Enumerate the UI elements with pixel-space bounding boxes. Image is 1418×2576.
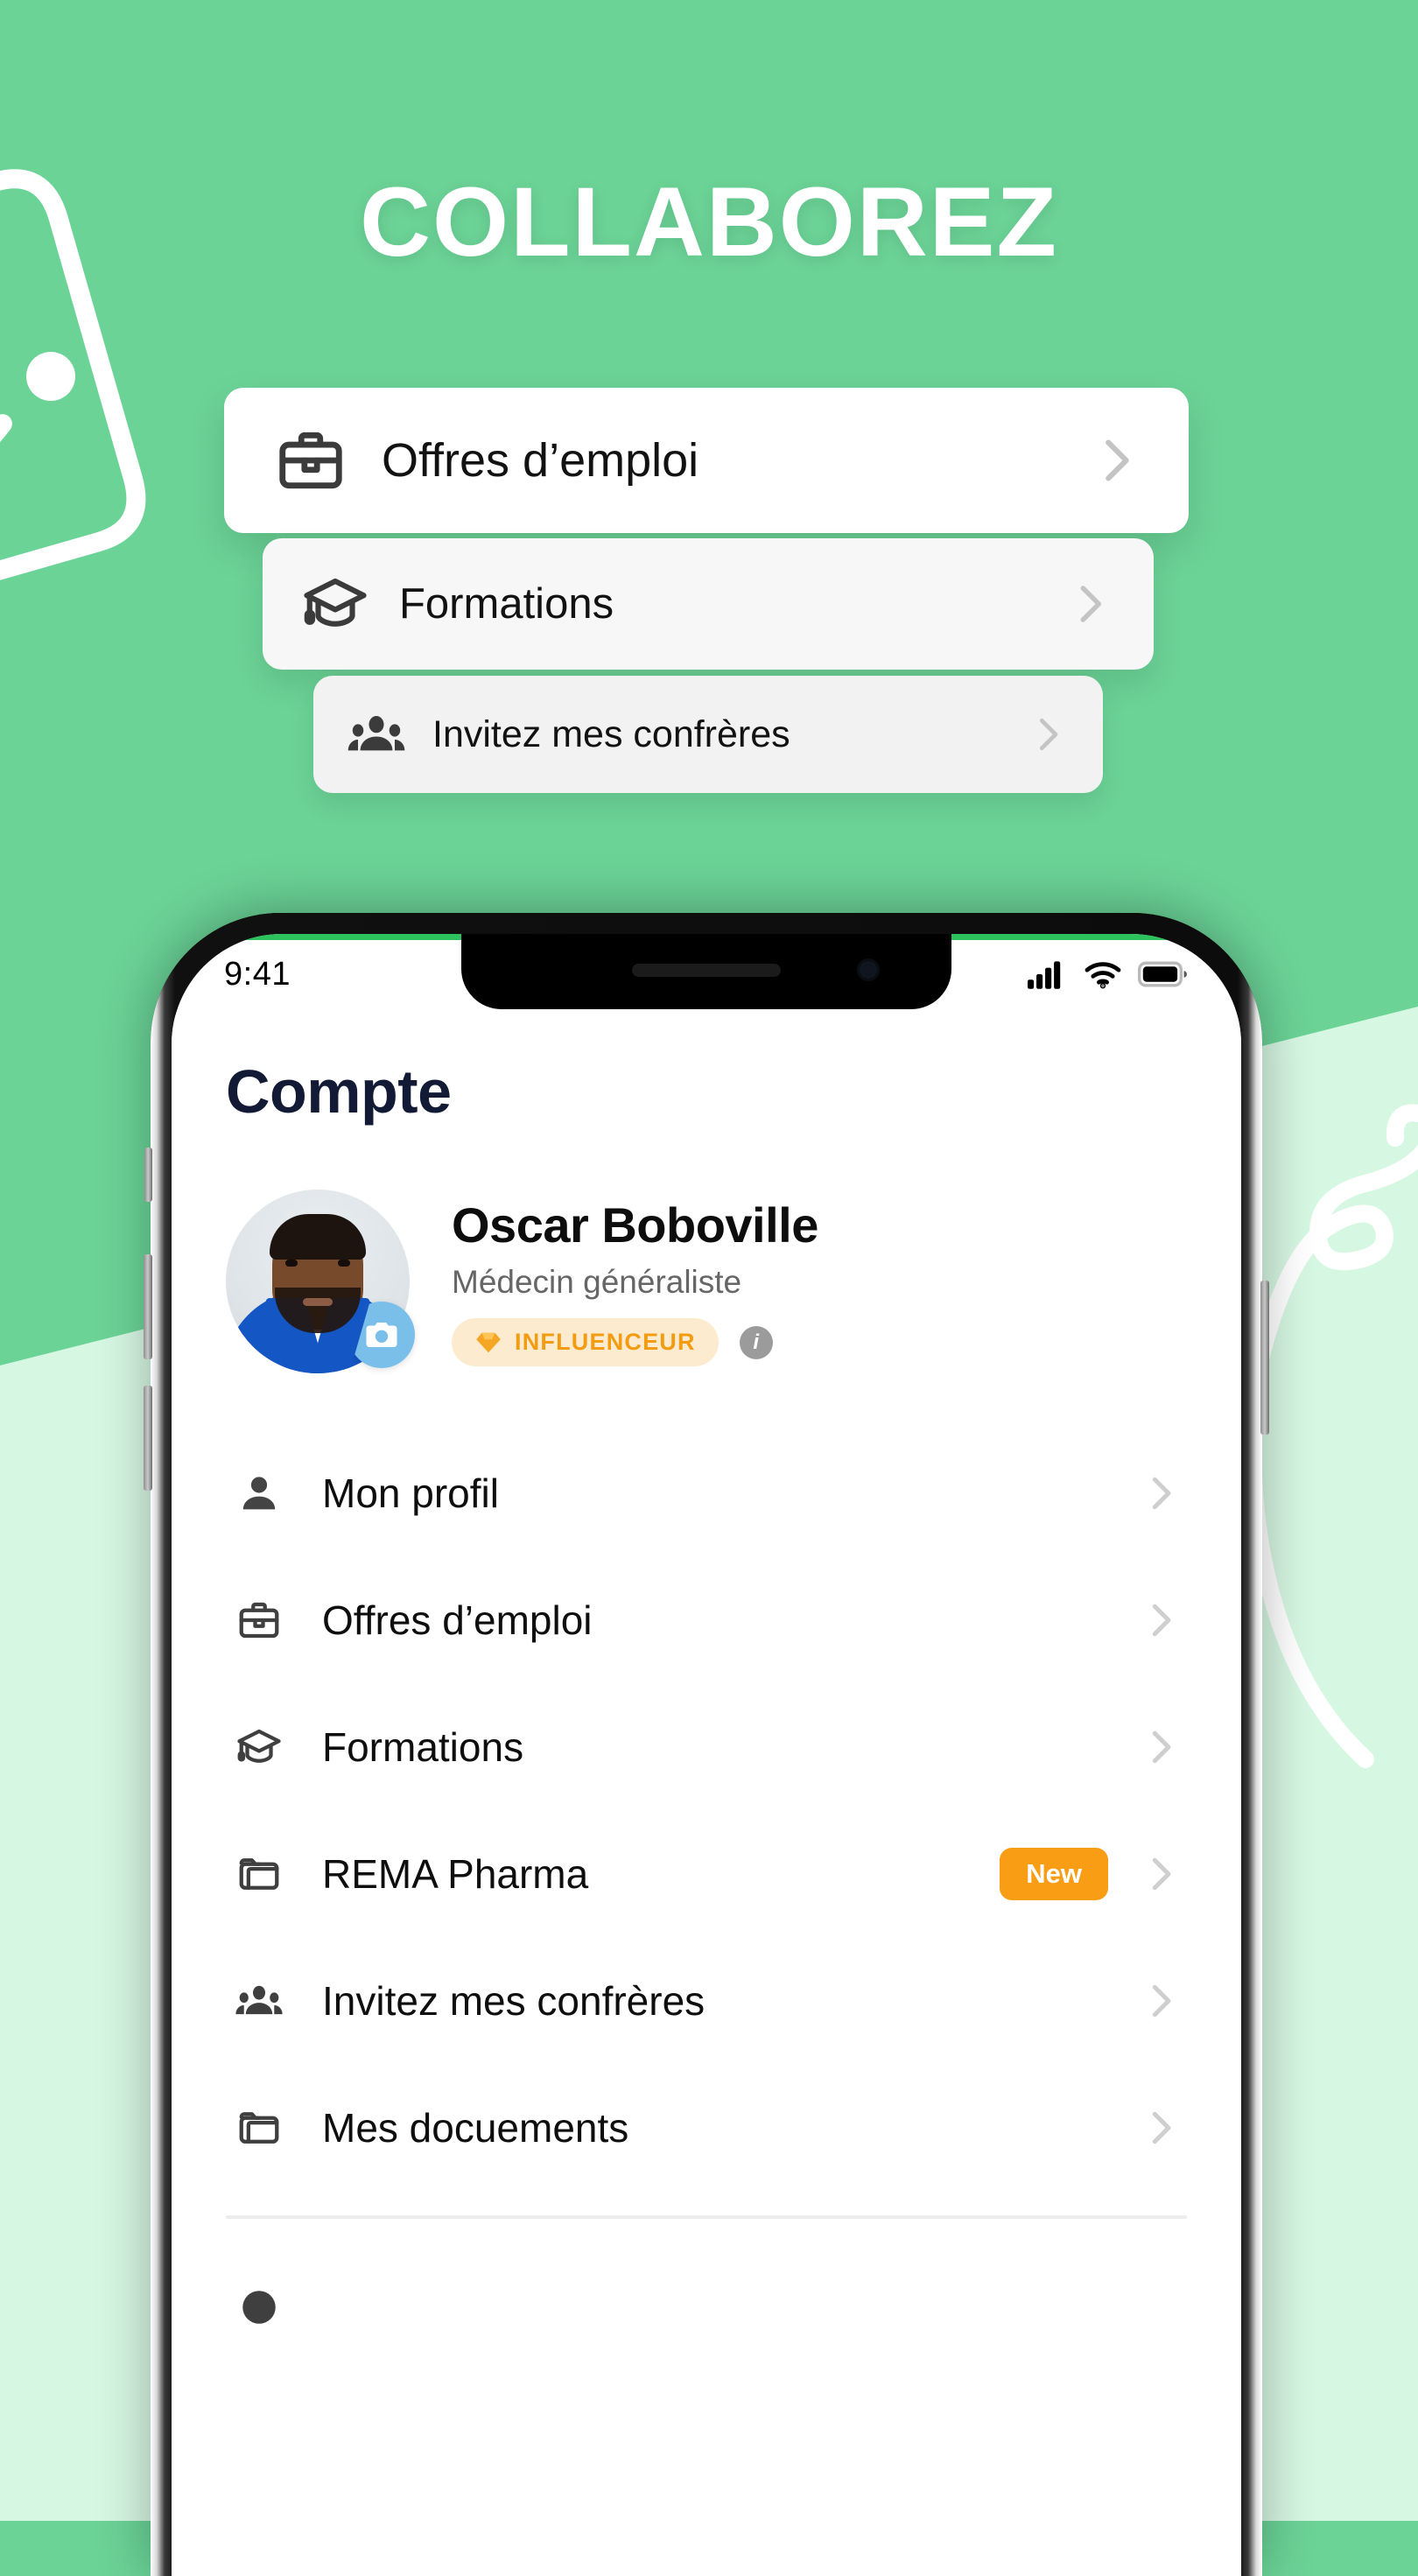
briefcase-icon xyxy=(273,423,348,498)
chevron-right-icon xyxy=(1134,2104,1187,2151)
menu-item-mes-documents[interactable]: Mes docuements xyxy=(172,2064,1241,2191)
cellular-signal-icon xyxy=(1028,961,1061,989)
menu-item-rema-pharma[interactable]: REMA Pharma New xyxy=(172,1810,1241,1937)
chevron-right-icon xyxy=(1085,430,1147,491)
badge-row: INFLUENCEUR i xyxy=(452,1318,818,1366)
phone-power-button[interactable] xyxy=(1260,1281,1269,1435)
phone-silent-switch[interactable] xyxy=(144,1148,152,1202)
chevron-right-icon xyxy=(1063,577,1117,631)
profile-info: Oscar Boboville Médecin généraliste INFL… xyxy=(452,1197,818,1366)
floating-card-label: Formations xyxy=(399,580,614,628)
phone-mockup: 9:41 Compte Oscar Boboville Médecin géné… xyxy=(144,913,1269,2576)
person-icon xyxy=(226,1470,292,1516)
menu-item-label: REMA Pharma xyxy=(322,1850,589,1897)
menu-item-mon-profil[interactable]: Mon profil xyxy=(172,1429,1241,1556)
folder-icon xyxy=(226,2104,292,2151)
menu-item-label: Invitez mes confrères xyxy=(322,1977,705,2024)
page-headline: COLLABOREZ xyxy=(360,167,1058,277)
floating-card-label: Invitez mes confrères xyxy=(432,712,790,755)
chevron-right-icon xyxy=(1024,711,1071,758)
partial-icon xyxy=(226,2285,292,2329)
menu-divider xyxy=(226,2215,1187,2219)
page-title: Compte xyxy=(226,1057,452,1126)
phone-volume-down-button[interactable] xyxy=(144,1386,152,1491)
phone-volume-up-button[interactable] xyxy=(144,1254,152,1359)
menu-item-offres-emploi[interactable]: Offres d’emploi xyxy=(172,1556,1241,1683)
info-icon[interactable]: i xyxy=(739,1325,773,1359)
chevron-right-icon xyxy=(1134,1470,1187,1517)
status-bar: 9:41 xyxy=(172,934,1241,1014)
account-screen: Compte Oscar Boboville Médecin généralis… xyxy=(172,1014,1241,2576)
menu-item-label: Formations xyxy=(322,1723,524,1770)
floating-card-invitez-confreres[interactable]: Invitez mes confrères xyxy=(313,676,1103,793)
battery-icon xyxy=(1138,961,1187,987)
briefcase-icon xyxy=(226,1597,292,1644)
graduation-cap-icon xyxy=(226,1723,292,1771)
menu-item-partial[interactable] xyxy=(172,2243,1241,2370)
people-group-icon xyxy=(347,705,406,764)
folder-icon xyxy=(226,1850,292,1898)
menu-item-label: Mon profil xyxy=(322,1470,499,1516)
menu-item-label: Mes docuements xyxy=(322,2104,629,2151)
diamond-icon xyxy=(476,1332,501,1352)
phone-screen: 9:41 Compte Oscar Boboville Médecin géné… xyxy=(172,934,1241,2576)
graduation-cap-icon xyxy=(301,570,369,638)
new-badge: New xyxy=(1000,1847,1108,1900)
chevron-right-icon xyxy=(1134,1723,1187,1771)
chevron-right-icon xyxy=(1134,1597,1187,1644)
menu-item-formations[interactable]: Formations xyxy=(172,1683,1241,1810)
chevron-right-icon xyxy=(1134,1977,1187,2025)
menu-item-label: Offres d’emploi xyxy=(322,1597,593,1643)
wifi-icon xyxy=(1085,962,1121,989)
people-group-icon xyxy=(226,1976,292,2025)
menu-item-invitez-confreres[interactable]: Invitez mes confrères xyxy=(172,1937,1241,2064)
status-icons xyxy=(1028,959,1189,989)
status-badge[interactable]: INFLUENCEUR xyxy=(452,1318,719,1366)
avatar-wrapper[interactable] xyxy=(226,1190,415,1373)
profile-header: Oscar Boboville Médecin généraliste INFL… xyxy=(226,1190,1241,1373)
account-menu: Mon profil Offres d’emploi Formations RE… xyxy=(172,1429,1241,2370)
status-badge-label: INFLUENCEUR xyxy=(515,1329,696,1355)
chevron-right-icon xyxy=(1134,1850,1187,1898)
floating-card-formations[interactable]: Formations xyxy=(263,538,1154,670)
profile-role: Médecin généraliste xyxy=(452,1264,742,1300)
floating-card-label: Offres d’emploi xyxy=(382,434,699,487)
floating-card-offres-emploi[interactable]: Offres d’emploi xyxy=(224,388,1189,533)
profile-name: Oscar Boboville xyxy=(452,1197,818,1253)
status-time: 9:41 xyxy=(224,955,291,993)
